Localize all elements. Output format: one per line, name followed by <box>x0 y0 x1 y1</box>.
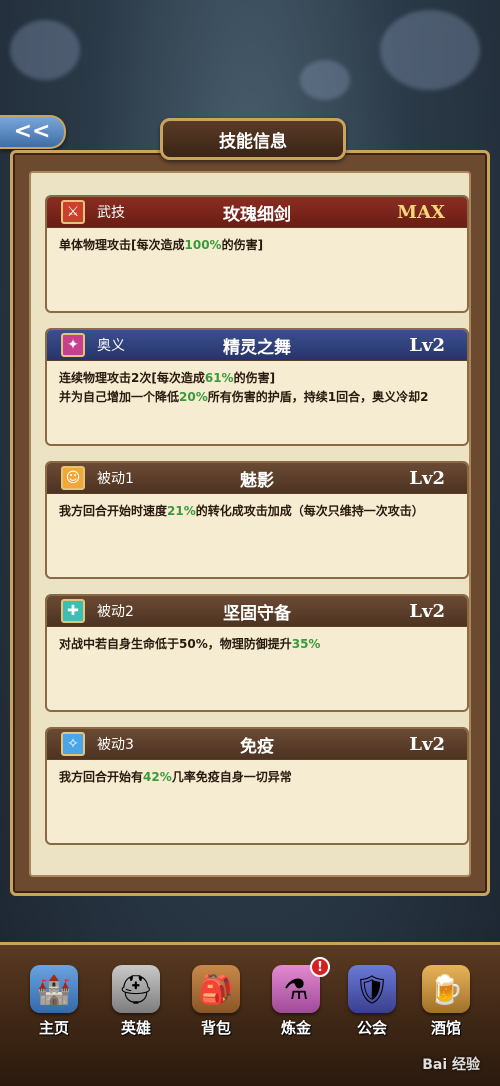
bag-icon: 🎒 <box>192 965 240 1013</box>
skill-header: ✧ 被动3 免疫 Lv2 <box>47 729 467 760</box>
skill-card[interactable]: ✧ 被动3 免疫 Lv2 我方回合开始有42%几率免疫自身一切异常 <box>45 727 469 845</box>
background-flower <box>380 10 480 90</box>
nav-label: 主页 <box>38 1019 69 1037</box>
back-arrow-icon: << <box>13 119 51 144</box>
nav-home[interactable]: 🏰 主页 <box>20 965 88 1055</box>
nav-label: 背包 <box>200 1019 231 1037</box>
skill-level: MAX <box>397 201 445 223</box>
skill-list: ⚔ 武技 玫瑰细剑 MAX 单体物理攻击[每次造成100%的伤害] ✦ 奥义 精… <box>29 171 471 877</box>
highlight-value: 21% <box>167 504 196 518</box>
nav-guild[interactable]: 🛡 公会 <box>338 965 406 1055</box>
description-text: 连续物理攻击2次[每次造成 <box>59 371 205 385</box>
nav-heroes[interactable]: ⛑ 英雄 <box>102 965 170 1055</box>
castle-icon: 🏰 <box>30 965 78 1013</box>
nav-bag[interactable]: 🎒 背包 <box>182 965 250 1055</box>
page-title: 技能信息 <box>160 118 346 160</box>
description-text: 并为自己增加一个降低 <box>59 390 180 404</box>
description-text: 的伤害] <box>233 371 276 385</box>
skill-header: ✦ 奥义 精灵之舞 Lv2 <box>47 330 467 361</box>
phantom-icon: ☺ <box>61 466 85 490</box>
skill-type: 被动2 <box>97 604 134 620</box>
skill-type: 被动1 <box>97 471 134 487</box>
highlight-value: 61% <box>204 371 234 385</box>
skill-card[interactable]: ✦ 奥义 精灵之舞 Lv2 连续物理攻击2次[每次造成61%的伤害] 并为自己增加… <box>45 328 469 446</box>
skill-header: ⚔ 武技 玫瑰细剑 MAX <box>47 197 467 228</box>
skill-type: 武技 <box>97 205 125 221</box>
skill-description: 对战中若自身生命低于50%，物理防御提升35% <box>47 627 467 662</box>
bottom-nav: 🏰 主页 ⛑ 英雄 🎒 背包 ⚗ 炼金 ! 🛡 公会 🍺 酒馆 Bai 经验 <box>0 942 500 1086</box>
background-flower <box>10 20 80 80</box>
skill-card[interactable]: ☺ 被动1 魅影 Lv2 我方回合开始时速度21%的转化成攻击加成（每次只维持一… <box>45 461 469 579</box>
highlight-value: 20% <box>179 390 208 404</box>
highlight-value: 42% <box>143 770 172 784</box>
dance-icon: ✦ <box>61 333 85 357</box>
description-text: 的转化成攻击加成（每次只维持一次攻击） <box>195 504 424 518</box>
guild-shield-icon: 🛡 <box>348 965 396 1013</box>
nav-label: 英雄 <box>120 1019 151 1037</box>
back-button[interactable]: << <box>0 115 66 149</box>
skill-card[interactable]: ⚔ 武技 玫瑰细剑 MAX 单体物理攻击[每次造成100%的伤害] <box>45 195 469 313</box>
description-text: 我方回合开始有 <box>59 770 144 784</box>
skill-level: Lv2 <box>409 733 445 755</box>
description-text: 我方回合开始时速度 <box>59 504 168 518</box>
description-text: 所有伤害的护盾，持续1回合，奥义冷却2 <box>207 390 429 404</box>
description-text: 的伤害] <box>221 238 264 252</box>
skill-header: ✚ 被动2 坚固守备 Lv2 <box>47 596 467 627</box>
highlight-value: 35% <box>291 637 321 651</box>
description-text: 对战中若自身生命低于50%，物理防御提升 <box>59 637 292 651</box>
skill-description: 单体物理攻击[每次造成100%的伤害] <box>47 228 467 263</box>
nav-label: 炼金 <box>280 1019 311 1037</box>
nav-label: 酒馆 <box>430 1019 461 1037</box>
notification-badge: ! <box>310 957 330 977</box>
description-text: 几率免疫自身一切异常 <box>171 770 292 784</box>
helmet-icon: ⛑ <box>112 965 160 1013</box>
sword-icon: ⚔ <box>61 200 85 224</box>
nav-alchemy[interactable]: ⚗ 炼金 ! <box>262 957 330 1055</box>
skill-header: ☺ 被动1 魅影 Lv2 <box>47 463 467 494</box>
skill-level: Lv2 <box>409 600 445 622</box>
skill-description: 连续物理攻击2次[每次造成61%的伤害] 并为自己增加一个降低20%所有伤害的护盾… <box>47 361 467 415</box>
skill-level: Lv2 <box>409 334 445 356</box>
background-flower <box>300 60 350 100</box>
skill-level: Lv2 <box>409 467 445 489</box>
watermark: Bai 经验 <box>422 1057 480 1073</box>
skill-card[interactable]: ✚ 被动2 坚固守备 Lv2 对战中若自身生命低于50%，物理防御提升35% <box>45 594 469 712</box>
skill-panel: ⚔ 武技 玫瑰细剑 MAX 单体物理攻击[每次造成100%的伤害] ✦ 奥义 精… <box>10 150 490 896</box>
tavern-icon: 🍺 <box>422 965 470 1013</box>
skill-type: 被动3 <box>97 737 134 753</box>
highlight-value: 100% <box>184 238 222 252</box>
defense-icon: ✚ <box>61 599 85 623</box>
nav-label: 公会 <box>356 1019 387 1037</box>
description-text: 单体物理攻击[每次造成 <box>59 238 185 252</box>
nav-tavern[interactable]: 🍺 酒馆 <box>412 965 480 1055</box>
skill-description: 我方回合开始时速度21%的转化成攻击加成（每次只维持一次攻击） <box>47 494 467 529</box>
skill-type: 奥义 <box>97 338 125 354</box>
skill-description: 我方回合开始有42%几率免疫自身一切异常 <box>47 760 467 795</box>
immunity-icon: ✧ <box>61 732 85 756</box>
